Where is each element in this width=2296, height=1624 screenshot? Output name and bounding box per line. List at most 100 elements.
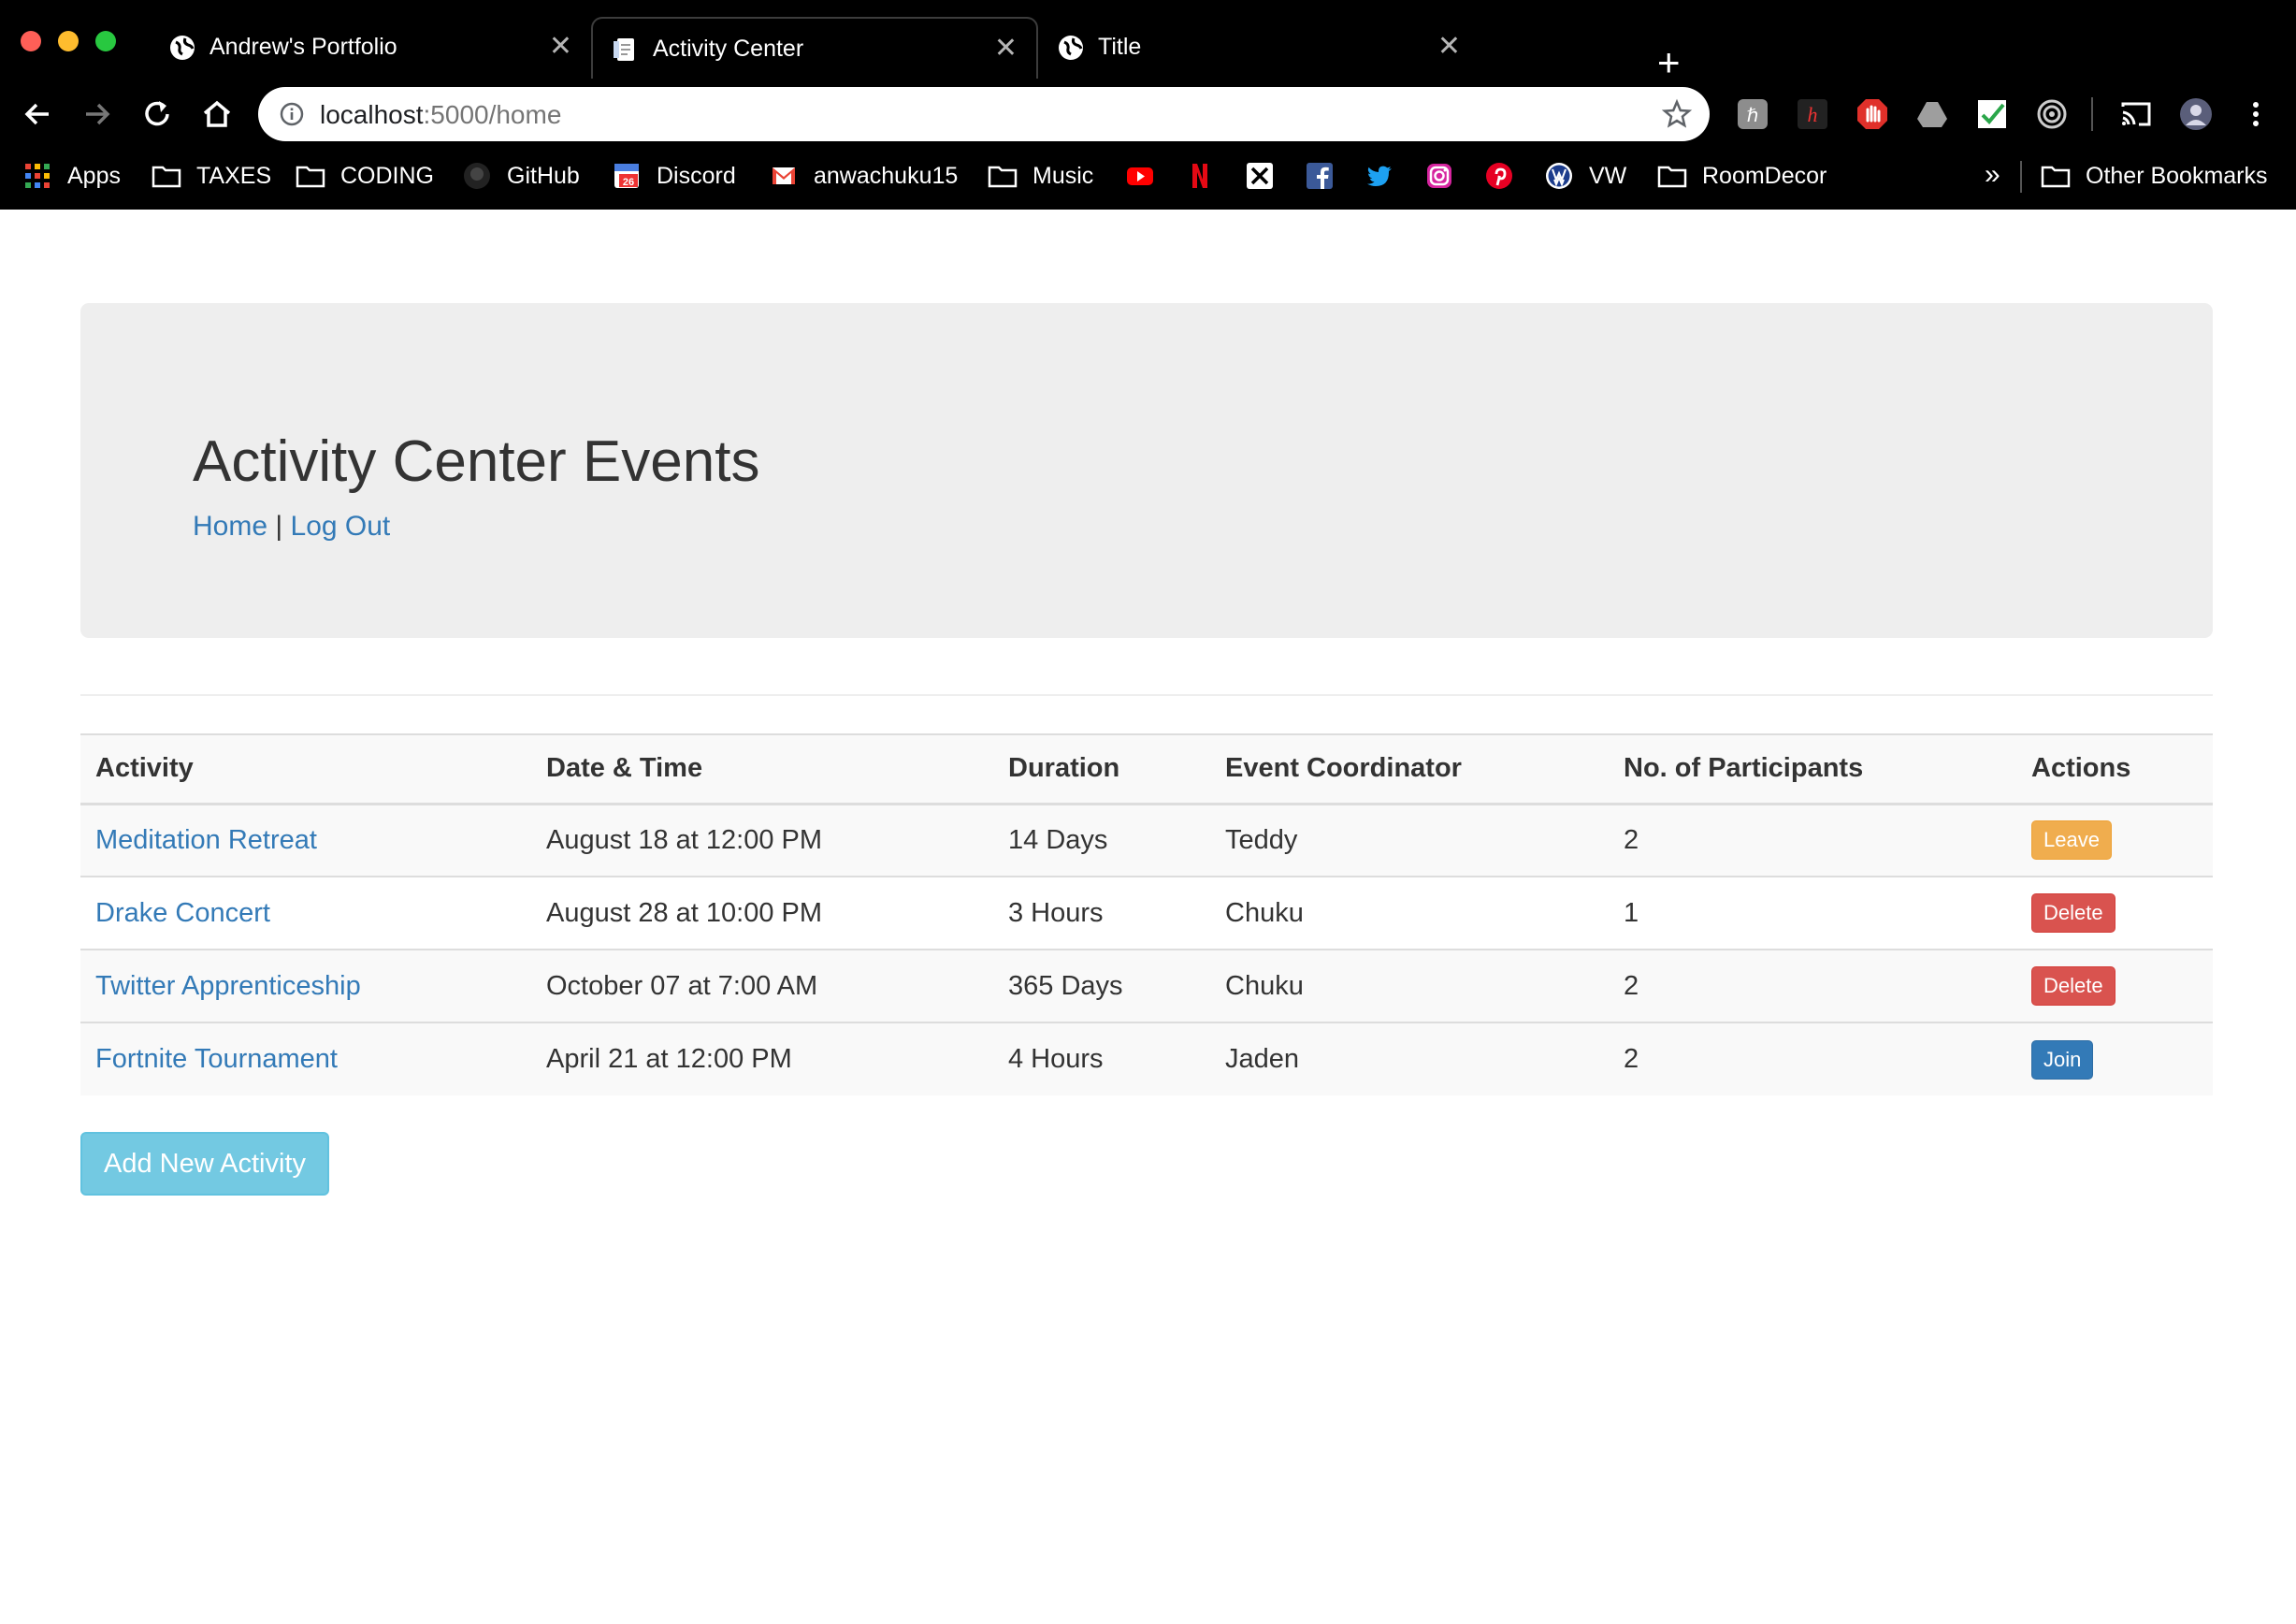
apps-grid-icon <box>22 161 52 191</box>
globe-icon <box>168 34 196 62</box>
folder-icon <box>988 161 1018 191</box>
leave-button[interactable]: Leave <box>2031 820 2112 861</box>
gmail-icon <box>769 161 799 191</box>
events-table: Activity Date & Time Duration Event Coor… <box>80 733 2213 1095</box>
home-link[interactable]: Home <box>193 511 267 542</box>
extension-icon[interactable]: ℏ <box>1736 97 1769 131</box>
close-tab-icon[interactable]: ✕ <box>1437 30 1461 63</box>
participants-cell: 2 <box>1609 949 2016 1022</box>
column-header-coordinator: Event Coordinator <box>1210 733 1609 805</box>
nav-separator: | <box>275 511 283 542</box>
participants-cell: 1 <box>1609 876 2016 950</box>
coordinator-cell: Chuku <box>1210 949 1609 1022</box>
column-header-actions: Actions <box>2016 733 2213 805</box>
info-icon[interactable] <box>279 101 305 127</box>
table-header-row: Activity Date & Time Duration Event Coor… <box>80 733 2213 805</box>
reload-icon[interactable] <box>138 95 176 133</box>
column-header-activity: Activity <box>80 733 531 805</box>
forward-arrow-icon[interactable] <box>79 95 116 133</box>
drive-icon[interactable] <box>1915 97 1949 131</box>
bookmarks-bar: Apps TAXES CODING GitHub 26 Discord anwa… <box>0 152 2296 198</box>
more-menu-icon[interactable] <box>2239 97 2273 131</box>
duration-cell: 14 Days <box>993 803 1210 877</box>
table-row: Fortnite Tournament April 21 at 12:00 PM… <box>80 1022 2213 1095</box>
duration-cell: 365 Days <box>993 949 1210 1022</box>
tab-title: Activity Center <box>653 36 804 62</box>
svg-text:26: 26 <box>623 177 634 188</box>
tab-andrews-portfolio[interactable]: Andrew's Portfolio ✕ <box>150 17 591 79</box>
url-text[interactable]: localhost:5000/home <box>320 100 561 130</box>
maximize-window-button[interactable] <box>95 31 116 51</box>
calendar-icon: 26 <box>612 161 642 191</box>
tab-strip: Andrew's Portfolio ✕ Activity Center ✕ T… <box>150 17 1681 82</box>
close-tab-icon[interactable]: ✕ <box>994 32 1018 65</box>
tab-activity-center[interactable]: Activity Center ✕ <box>591 17 1038 79</box>
vw-icon <box>1544 161 1574 191</box>
target-extension-icon[interactable] <box>2035 97 2069 131</box>
youtube-icon <box>1125 161 1155 191</box>
folder-icon <box>2041 161 2071 191</box>
datetime-cell: October 07 at 7:00 AM <box>531 949 993 1022</box>
folder-icon <box>1657 161 1687 191</box>
facebook-icon <box>1305 161 1335 191</box>
x-icon <box>1245 161 1275 191</box>
globe-icon <box>1057 34 1085 62</box>
folder-icon <box>152 161 181 191</box>
duration-cell: 4 Hours <box>993 1022 1210 1095</box>
coordinator-cell: Chuku <box>1210 876 1609 950</box>
datetime-cell: August 18 at 12:00 PM <box>531 803 993 877</box>
table-row: Drake Concert August 28 at 10:00 PM 3 Ho… <box>80 876 2213 950</box>
tab-title-page[interactable]: Title ✕ <box>1038 17 1480 79</box>
toolbar-separator <box>2091 97 2093 131</box>
table-row: Meditation Retreat August 18 at 12:00 PM… <box>80 803 2213 877</box>
participants-cell: 2 <box>1609 1022 2016 1095</box>
more-bookmarks-button[interactable]: » <box>1985 159 2000 191</box>
honey-extension-icon[interactable]: h <box>1796 97 1829 131</box>
svg-text:h: h <box>1808 103 1818 126</box>
minimize-window-button[interactable] <box>58 31 79 51</box>
back-arrow-icon[interactable] <box>19 95 56 133</box>
profile-avatar[interactable] <box>2179 97 2213 131</box>
page-content: Activity Center Events Home | Log Out Ac… <box>0 210 2296 1624</box>
activity-link[interactable]: Twitter Apprenticeship <box>95 971 361 1001</box>
document-icon <box>612 36 640 64</box>
home-icon[interactable] <box>198 95 236 133</box>
datetime-cell: August 28 at 10:00 PM <box>531 876 993 950</box>
add-new-activity-button[interactable]: Add New Activity <box>80 1132 329 1196</box>
logout-link[interactable]: Log Out <box>291 511 391 542</box>
activity-link[interactable]: Drake Concert <box>95 898 270 928</box>
header-jumbotron: Activity Center Events Home | Log Out <box>80 303 2213 638</box>
divider <box>80 694 2213 696</box>
instagram-icon <box>1424 161 1454 191</box>
svg-text:ℏ: ℏ <box>1747 106 1759 126</box>
checklist-extension-icon[interactable] <box>1975 97 2009 131</box>
adblock-icon[interactable] <box>1856 97 1889 131</box>
activity-link[interactable]: Fortnite Tournament <box>95 1044 338 1074</box>
participants-cell: 2 <box>1609 803 2016 877</box>
page-title: Activity Center Events <box>193 429 760 494</box>
join-button[interactable]: Join <box>2031 1039 2094 1080</box>
activity-link[interactable]: Meditation Retreat <box>95 825 317 855</box>
cast-icon[interactable] <box>2119 97 2153 131</box>
delete-button[interactable]: Delete <box>2031 966 2115 1006</box>
browser-chrome: Andrew's Portfolio ✕ Activity Center ✕ T… <box>0 0 2296 210</box>
header-nav: Home | Log Out <box>193 511 390 543</box>
github-icon <box>462 161 492 191</box>
column-header-duration: Duration <box>993 733 1210 805</box>
duration-cell: 3 Hours <box>993 876 1210 950</box>
close-tab-icon[interactable]: ✕ <box>549 30 572 63</box>
twitter-icon <box>1365 161 1394 191</box>
coordinator-cell: Jaden <box>1210 1022 1609 1095</box>
column-header-participants: No. of Participants <box>1609 733 2016 805</box>
address-bar[interactable]: localhost:5000/home <box>258 87 1710 141</box>
table-row: Twitter Apprenticeship October 07 at 7:0… <box>80 949 2213 1022</box>
new-tab-button[interactable]: + <box>1657 43 1681 82</box>
tab-title: Andrew's Portfolio <box>209 34 397 60</box>
pinterest-icon <box>1484 161 1514 191</box>
bookmark-star-icon[interactable] <box>1661 98 1693 130</box>
coordinator-cell: Teddy <box>1210 803 1609 877</box>
folder-icon <box>296 161 325 191</box>
datetime-cell: April 21 at 12:00 PM <box>531 1022 993 1095</box>
close-window-button[interactable] <box>21 31 41 51</box>
delete-button[interactable]: Delete <box>2031 893 2115 933</box>
